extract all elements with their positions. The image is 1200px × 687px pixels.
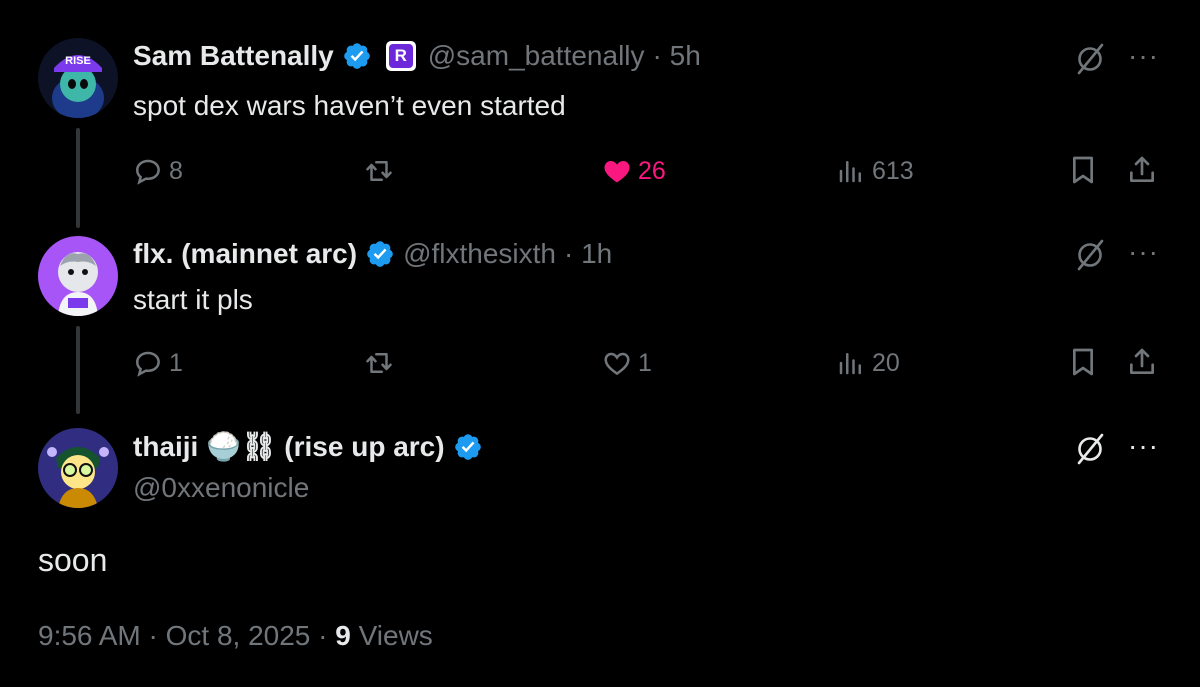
tweet-text: start it pls (133, 284, 253, 315)
display-name[interactable]: Sam Battenally (133, 40, 334, 72)
handle[interactable]: @flxthesixth (403, 238, 556, 270)
share-icon[interactable] (1126, 154, 1158, 186)
like-count: 1 (638, 348, 652, 377)
like-count: 26 (638, 156, 666, 185)
verified-badge-icon (343, 43, 370, 69)
reply-button[interactable]: 1 (133, 348, 183, 378)
verified-badge-icon (367, 241, 393, 267)
retweet-button[interactable] (364, 156, 394, 186)
tweet1-header: Sam Battenally R @sam_battenally · 5h (133, 40, 701, 72)
avatar-sam-battenally[interactable]: RISE (38, 38, 118, 118)
views-button[interactable]: 613 (836, 156, 914, 186)
more-icon[interactable]: ··· (1128, 40, 1159, 72)
bookmark-icon[interactable] (1067, 154, 1099, 186)
views-count: 20 (872, 348, 900, 377)
svg-text:RISE: RISE (65, 55, 91, 67)
heart-icon (604, 352, 630, 376)
views-label: Views (358, 620, 433, 651)
affiliate-badge[interactable]: R (385, 41, 416, 71)
retweet-icon (366, 353, 392, 373)
grok-icon[interactable] (1073, 432, 1107, 466)
thread-line (76, 326, 80, 414)
avatar-flx[interactable] (38, 236, 118, 316)
bookmark-icon[interactable] (1067, 346, 1099, 378)
heart-icon (604, 161, 630, 183)
more-icon[interactable]: ··· (1128, 236, 1159, 268)
tweet-text: soon (38, 542, 108, 578)
handle[interactable]: @sam_battenally (428, 40, 645, 72)
more-icon[interactable]: ··· (1128, 430, 1159, 462)
retweet-button[interactable] (364, 348, 394, 378)
display-name[interactable]: flx. (mainnet arc) (133, 238, 357, 270)
reply-count: 1 (169, 348, 183, 377)
views-count: 9 (335, 620, 351, 651)
handle[interactable]: @0xxenonicle (133, 472, 309, 504)
grok-icon[interactable] (1073, 238, 1107, 272)
reply-count: 8 (169, 156, 183, 185)
tweet3-header: thaiji 🍚⛓ (rise up arc) (133, 430, 483, 463)
verified-badge-icon (454, 433, 481, 460)
views-icon (839, 161, 861, 183)
share-icon[interactable] (1126, 346, 1158, 378)
timestamp[interactable]: · 1h (564, 238, 612, 270)
tweet-meta: 9:56 AM · Oct 8, 2025 · 9 Views (38, 620, 433, 652)
like-button[interactable]: 1 (602, 348, 652, 378)
like-button[interactable]: 26 (602, 156, 666, 186)
reply-button[interactable]: 8 (133, 156, 183, 186)
timestamp[interactable]: 9:56 AM · Oct 8, 2025 · (38, 620, 327, 651)
tweet-text: spot dex wars haven’t even started (133, 90, 566, 121)
views-count: 613 (872, 156, 914, 185)
display-name[interactable]: thaiji 🍚⛓ (rise up arc) (133, 430, 445, 463)
thread-line (76, 128, 80, 228)
views-icon (839, 353, 861, 375)
tweet2-header: flx. (mainnet arc) @flxthesixth · 1h (133, 238, 612, 270)
reply-icon (135, 159, 160, 185)
grok-icon[interactable] (1073, 42, 1107, 76)
retweet-icon (366, 161, 392, 181)
views-button[interactable]: 20 (836, 348, 900, 378)
reply-icon (135, 351, 160, 377)
avatar-thaiji[interactable] (38, 428, 118, 508)
timestamp[interactable]: · 5h (653, 40, 701, 72)
